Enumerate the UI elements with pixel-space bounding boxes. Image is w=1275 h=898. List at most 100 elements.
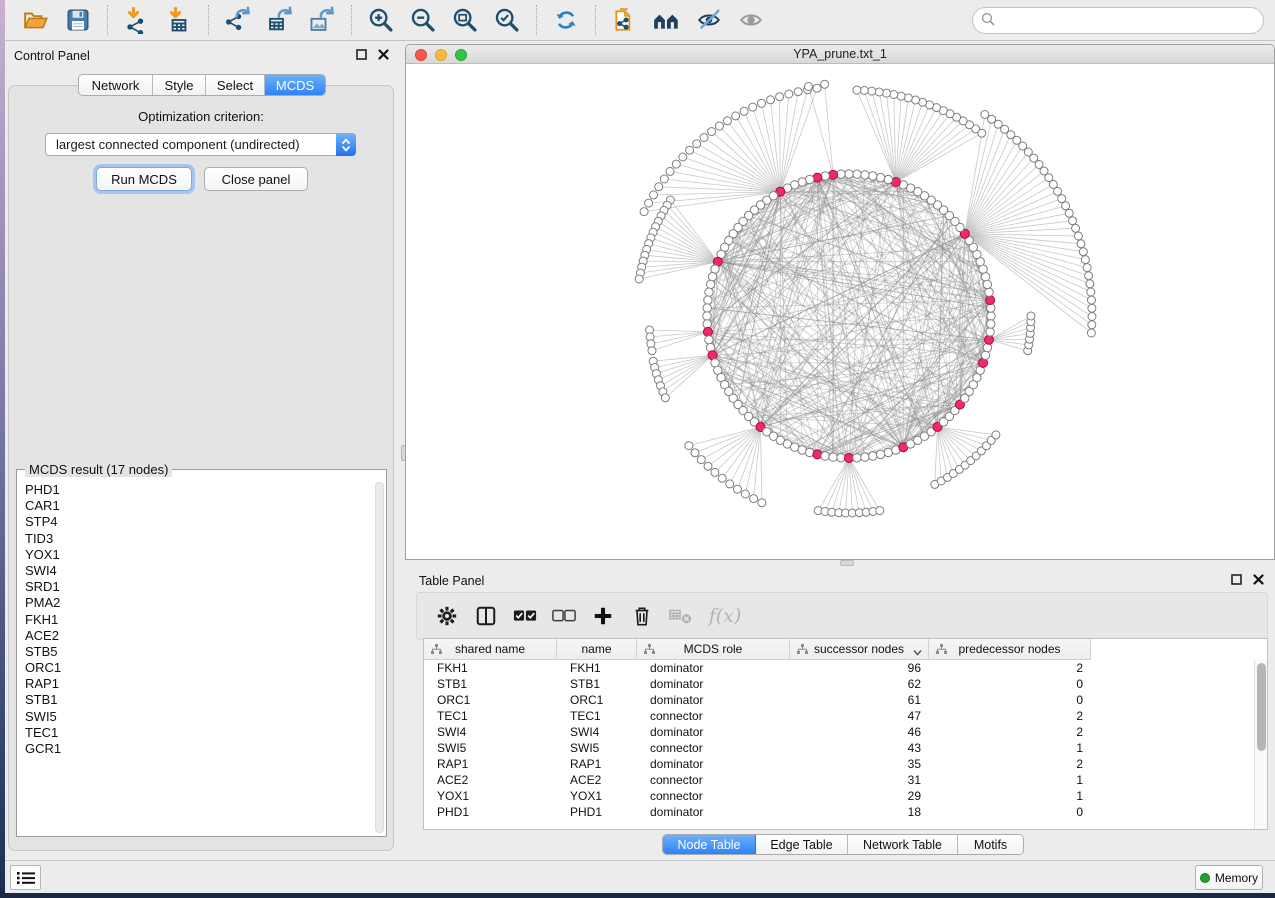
graph-leaf-node[interactable] — [711, 468, 719, 476]
mcds-node-item[interactable]: RAP1 — [18, 676, 373, 692]
table-scrollbar[interactable] — [1254, 660, 1267, 829]
graph-leaf-node[interactable] — [853, 86, 861, 94]
graph-leaf-node[interactable] — [904, 94, 912, 102]
delete-icon[interactable] — [630, 604, 654, 628]
column-header-shared-name[interactable]: shared name — [424, 639, 557, 660]
mcds-node[interactable] — [813, 173, 822, 182]
table-row[interactable]: SWI4SWI4dominator462 — [424, 724, 1253, 740]
graph-leaf-node[interactable] — [1085, 272, 1093, 280]
graph-leaf-node[interactable] — [1088, 296, 1096, 304]
graph-leaf-node[interactable] — [645, 199, 653, 207]
graph-node[interactable] — [703, 312, 711, 320]
graph-node[interactable] — [861, 171, 869, 179]
graph-leaf-node[interactable] — [660, 175, 668, 183]
mcds-node[interactable] — [986, 296, 995, 305]
mcds-node[interactable] — [829, 170, 838, 179]
tab-motifs[interactable]: Motifs — [958, 835, 1023, 854]
mcds-node-item[interactable]: CAR1 — [18, 498, 373, 514]
close-panel-icon[interactable] — [1252, 573, 1265, 586]
graph-node[interactable] — [837, 454, 845, 462]
graph-leaf-node[interactable] — [640, 208, 648, 216]
table-row[interactable]: ACE2ACE2connector311 — [424, 772, 1253, 788]
mcds-node-item[interactable]: PMA2 — [18, 595, 373, 611]
mcds-list-scrollbar[interactable] — [375, 482, 384, 833]
mcds-node-item[interactable]: ACE2 — [18, 628, 373, 644]
graph-leaf-node[interactable] — [1088, 321, 1096, 329]
graph-leaf-node[interactable] — [635, 275, 643, 283]
run-mcds-button[interactable]: Run MCDS — [96, 167, 192, 191]
graph-node[interactable] — [703, 304, 711, 312]
mcds-node-item[interactable]: FKH1 — [18, 612, 373, 628]
table-row[interactable]: SWI5SWI5connector431 — [424, 740, 1253, 756]
tab-select[interactable]: Select — [206, 75, 265, 95]
network-graph-canvas[interactable] — [406, 65, 1274, 559]
export-table-icon[interactable] — [265, 5, 295, 35]
graph-node[interactable] — [821, 452, 829, 460]
graph-node[interactable] — [708, 273, 716, 281]
graph-leaf-node[interactable] — [741, 490, 749, 498]
graph-node[interactable] — [985, 288, 993, 296]
graph-leaf-node[interactable] — [794, 88, 802, 96]
table-row[interactable]: FKH1FKH1dominator962 — [424, 660, 1253, 676]
graph-node[interactable] — [983, 343, 991, 351]
export-image-icon[interactable] — [307, 5, 337, 35]
import-network-icon[interactable] — [122, 5, 152, 35]
graph-node[interactable] — [876, 450, 884, 458]
column-header-MCDS-role[interactable]: MCDS role — [637, 639, 790, 660]
graph-leaf-node[interactable] — [693, 140, 701, 148]
graph-leaf-node[interactable] — [1083, 264, 1091, 272]
column-header-name[interactable]: name — [557, 639, 637, 660]
tab-network-table[interactable]: Network Table — [848, 835, 958, 854]
memory-button[interactable]: Memory — [1195, 865, 1263, 890]
graph-node[interactable] — [705, 336, 713, 344]
graph-node[interactable] — [704, 296, 712, 304]
mcds-node-item[interactable]: STB1 — [18, 692, 373, 708]
hide-details-icon[interactable] — [694, 5, 724, 35]
graph-leaf-node[interactable] — [1062, 202, 1070, 210]
tab-edge-table[interactable]: Edge Table — [756, 835, 848, 854]
graph-leaf-node[interactable] — [1027, 312, 1035, 320]
graph-node[interactable] — [981, 351, 989, 359]
graph-leaf-node[interactable] — [700, 134, 708, 142]
graph-leaf-node[interactable] — [776, 93, 784, 101]
table-row[interactable]: PHD1PHD1dominator180 — [424, 804, 1253, 820]
graph-leaf-node[interactable] — [758, 99, 766, 107]
graph-node[interactable] — [986, 328, 994, 336]
graph-leaf-node[interactable] — [718, 474, 726, 482]
close-panel-button[interactable]: Close panel — [204, 167, 308, 191]
graph-node[interactable] — [861, 453, 869, 461]
graph-node[interactable] — [869, 452, 877, 460]
column-header-predecessor-nodes[interactable]: predecessor nodes — [929, 639, 1091, 660]
graph-leaf-node[interactable] — [1065, 209, 1073, 217]
graph-leaf-node[interactable] — [1086, 280, 1094, 288]
graph-node[interactable] — [845, 170, 853, 178]
graph-leaf-node[interactable] — [708, 128, 716, 136]
import-table-icon[interactable] — [164, 5, 194, 35]
graph-leaf-node[interactable] — [749, 103, 757, 111]
graph-leaf-node[interactable] — [685, 442, 693, 450]
graph-leaf-node[interactable] — [723, 117, 731, 125]
mcds-node[interactable] — [813, 450, 822, 459]
graph-leaf-node[interactable] — [1087, 329, 1095, 337]
mcds-node[interactable] — [703, 327, 712, 336]
add-icon[interactable] — [591, 604, 615, 628]
graph-leaf-node[interactable] — [805, 83, 813, 91]
columns-icon[interactable] — [474, 604, 498, 628]
graph-node[interactable] — [884, 175, 892, 183]
graph-leaf-node[interactable] — [1088, 313, 1096, 321]
graph-leaf-node[interactable] — [697, 456, 705, 464]
table-row[interactable]: ORC1ORC1dominator610 — [424, 692, 1253, 708]
tab-node-table[interactable]: Node Table — [663, 835, 756, 854]
graph-leaf-node[interactable] — [740, 107, 748, 115]
share-document-icon[interactable] — [610, 5, 640, 35]
graph-leaf-node[interactable] — [1087, 288, 1095, 296]
graph-node[interactable] — [706, 280, 714, 288]
graph-leaf-node[interactable] — [733, 485, 741, 493]
graph-leaf-node[interactable] — [868, 87, 876, 95]
mcds-node-item[interactable]: SWI4 — [18, 563, 373, 579]
graph-node[interactable] — [987, 304, 995, 312]
float-panel-icon[interactable] — [355, 48, 368, 61]
table-row[interactable]: RAP1RAP1dominator352 — [424, 756, 1253, 772]
graph-leaf-node[interactable] — [860, 87, 868, 95]
float-panel-icon[interactable] — [1230, 573, 1243, 586]
